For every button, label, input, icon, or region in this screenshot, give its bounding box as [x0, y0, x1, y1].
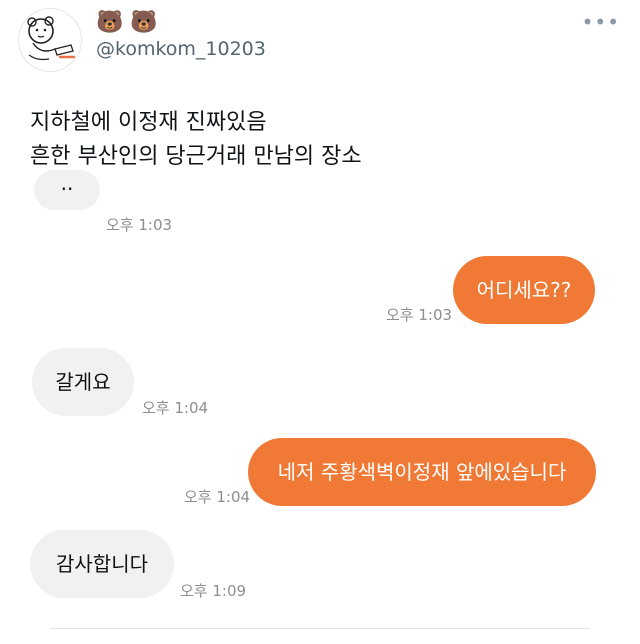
avatar[interactable] [18, 8, 82, 72]
incoming-message: 갈게요 [32, 348, 134, 416]
message-text: 갈게요 [55, 370, 111, 394]
tweet-text: 지하철에 이정재 진짜있음 흔한 부산인의 당근거래 만남의 장소 [30, 106, 362, 174]
tweet-line-1: 지하철에 이정재 진짜있음 [30, 110, 267, 135]
message-text: .. [60, 171, 74, 195]
message-time: 오후 1:03 [106, 216, 173, 234]
user-handle[interactable]: @komkom_10203 [96, 38, 266, 60]
message-time: 오후 1:09 [180, 582, 247, 600]
message-time: 오후 1:03 [386, 306, 453, 324]
message-time: 오후 1:04 [184, 488, 251, 506]
incoming-message: .. [34, 170, 100, 210]
tweet-line-2: 흔한 부산인의 당근거래 만남의 장소 [30, 144, 362, 169]
incoming-message: 감사합니다 [30, 530, 174, 598]
outgoing-message: 어디세요?? [453, 256, 595, 324]
more-icon[interactable]: ••• [582, 10, 620, 34]
outgoing-message: 네저 주황색벽이정재 앞에있습니다 [248, 438, 596, 506]
display-name[interactable]: 🐻 🐻 [96, 10, 158, 36]
chat-screenshot: .. 오후 1:03 어디세요?? 오후 1:03 갈게요 오후 1:04 네저… [0, 170, 640, 644]
message-text: 감사합니다 [56, 552, 148, 576]
message-text: 어디세요?? [476, 278, 572, 302]
divider [50, 628, 590, 629]
message-text: 네저 주황색벽이정재 앞에있습니다 [277, 460, 567, 484]
tweet-header: 🐻 🐻 @komkom_10203 ••• [0, 0, 640, 80]
message-time: 오후 1:04 [142, 399, 209, 417]
bear-sketch-icon [27, 16, 75, 61]
